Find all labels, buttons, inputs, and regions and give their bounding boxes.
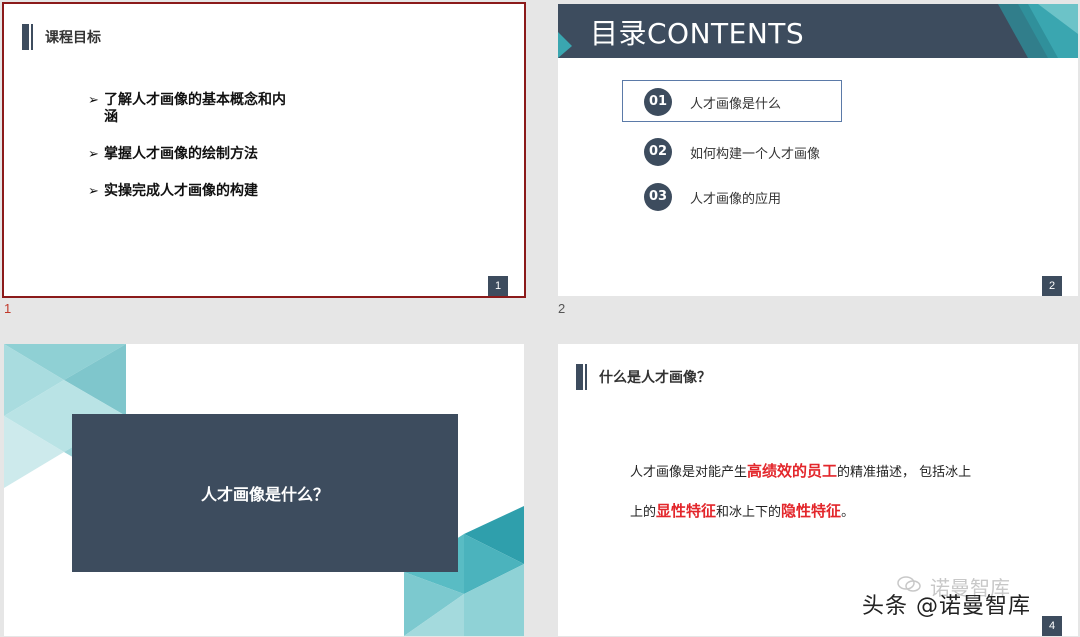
- slide-thumbnail-3[interactable]: 人才画像是什么？: [4, 344, 524, 636]
- slide-index-label: 1: [4, 301, 12, 316]
- definition-paragraph: 人才画像是对能产生高绩效的员工的精准描述， 包括冰上 上的显性特征和冰上下的隐性…: [630, 462, 972, 520]
- bullet-item: ➢ 掌握人才画像的绘制方法: [88, 146, 258, 162]
- contents-title: 目录CONTENTS: [590, 17, 805, 50]
- arrow-bullet-icon: ➢: [88, 93, 99, 108]
- toc-item-1: 01 人才画像是什么: [644, 88, 781, 116]
- watermark: 头条 @诺曼智库: [862, 594, 1031, 619]
- page-number: 4: [1042, 616, 1062, 636]
- slide-thumbnail-2[interactable]: 目录CONTENTS 01 人才画像是什么 02 如何构建一个人才画像 03 人…: [558, 4, 1078, 296]
- slide-index-label: 2: [558, 301, 566, 316]
- highlight-text: 显性特征: [656, 502, 717, 520]
- slide-thumbnail-1[interactable]: 课程目标 ➢ 了解人才画像的基本概念和内涵 ➢ 掌握人才画像的绘制方法 ➢ 实操…: [2, 2, 526, 298]
- title-marker-icon: [22, 24, 33, 50]
- slide-title-bar: 什么是人才画像？: [576, 364, 711, 390]
- arrow-bullet-icon: ➢: [88, 147, 99, 162]
- bullet-item: ➢ 实操完成人才画像的构建: [88, 183, 258, 199]
- toc-number: 01: [644, 88, 672, 116]
- title-marker-icon: [576, 364, 587, 390]
- toc-label: 如何构建一个人才画像: [690, 146, 821, 162]
- toc-label: 人才画像是什么: [690, 96, 782, 112]
- toc-item-3: 03 人才画像的应用: [644, 183, 781, 211]
- slide-title-bar: 课程目标: [22, 24, 101, 50]
- toc-label: 人才画像的应用: [690, 191, 782, 207]
- slide-title: 什么是人才画像？: [599, 370, 711, 386]
- arrow-bullet-icon: ➢: [88, 184, 99, 199]
- highlight-text: 高绩效的员工: [747, 462, 838, 480]
- toc-number: 03: [644, 183, 672, 211]
- bullet-list: ➢ 了解人才画像的基本概念和内涵 ➢ 掌握人才画像的绘制方法 ➢ 实操完成人才画…: [88, 92, 318, 220]
- page-number: 2: [1042, 276, 1062, 296]
- toc-item-2: 02 如何构建一个人才画像: [644, 138, 820, 166]
- highlight-text: 隐性特征: [781, 502, 842, 520]
- bullet-item: ➢ 了解人才画像的基本概念和内涵: [88, 92, 286, 125]
- section-title-panel: 人才画像是什么？: [72, 414, 458, 572]
- toc-number: 02: [644, 138, 672, 166]
- slide-title: 课程目标: [45, 30, 101, 46]
- section-title: 人才画像是什么？: [200, 485, 329, 504]
- contents-header: 目录CONTENTS: [558, 4, 1078, 58]
- page-number: 1: [488, 276, 508, 296]
